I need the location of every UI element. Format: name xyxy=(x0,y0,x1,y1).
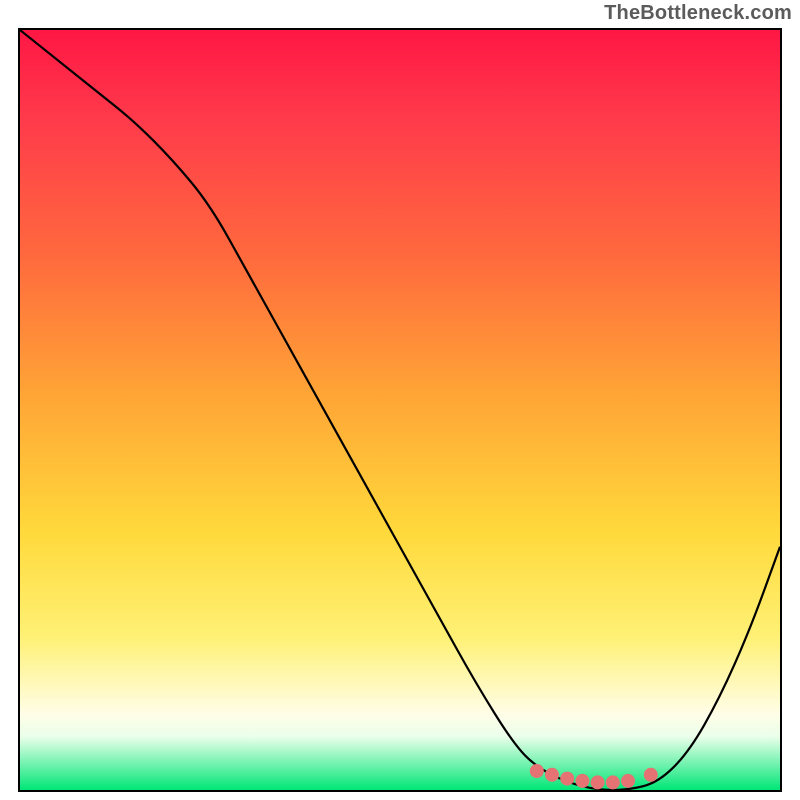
range-marker xyxy=(591,775,605,789)
range-marker xyxy=(575,774,589,788)
curve-layer xyxy=(20,30,780,790)
chart-stage: TheBottleneck.com xyxy=(0,0,800,800)
range-marker xyxy=(560,772,574,786)
range-marker xyxy=(621,774,635,788)
attribution-text: TheBottleneck.com xyxy=(604,2,792,25)
range-marker xyxy=(606,775,620,789)
range-marker xyxy=(530,764,544,778)
bottleneck-curve xyxy=(20,30,780,790)
range-marker xyxy=(545,768,559,782)
range-marker xyxy=(644,768,658,782)
marker-group xyxy=(530,764,658,789)
plot-frame xyxy=(18,28,782,792)
